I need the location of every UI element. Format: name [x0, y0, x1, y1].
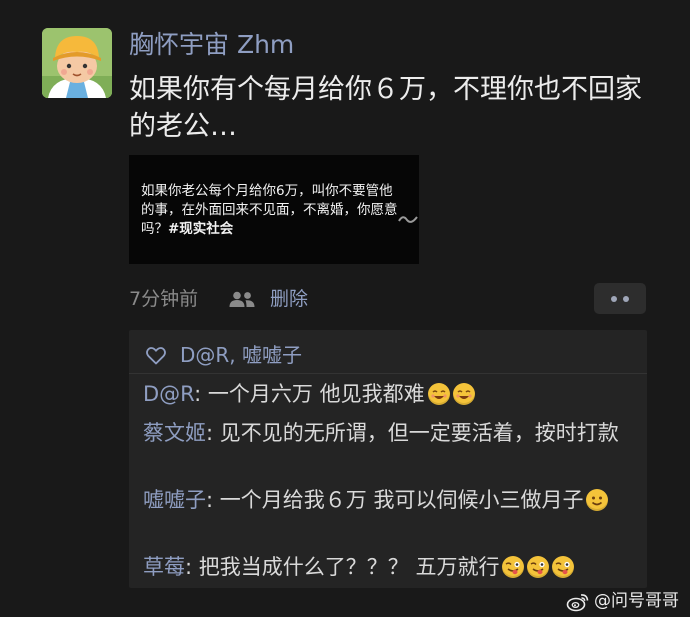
post-image-hashtag: #现实社会 [168, 221, 234, 237]
comment-separator: : [185, 555, 199, 579]
wink-tongue-face-icon [502, 556, 525, 578]
comment-separator: : [194, 382, 208, 406]
comment-text: 见不见的无所谓，但一定要活着，按时打款 [219, 421, 619, 445]
smile-face-icon [586, 489, 609, 511]
divider [129, 373, 647, 374]
comment-text: 一个月给我６万 我可以伺候小三做月子 [219, 488, 584, 512]
likes-names[interactable]: D@R, 嘘嘘子 [180, 338, 302, 372]
more-actions-button[interactable] [594, 283, 646, 314]
comment-separator: : [206, 421, 220, 445]
grin-face-icon [452, 383, 475, 405]
wink-tongue-face-icon [552, 556, 575, 578]
comment-text: 一个月六万 他见我都难 [207, 382, 425, 406]
delete-button[interactable]: 删除 [270, 284, 308, 314]
comment-author[interactable]: 嘘嘘子 [143, 488, 206, 512]
weibo-logo-icon [566, 594, 589, 612]
squiggle-icon [397, 212, 419, 229]
post-image[interactable]: 如果你老公每个月给你6万，叫你不要管他的事，在外面回来不见面，不离婚，你愿意吗？… [129, 155, 419, 264]
comment-text: 把我当成什么了？？？ 五万就行 [198, 555, 500, 579]
cartoon-avatar-icon [42, 28, 112, 98]
post-author-name[interactable]: 胸怀宇宙 Zhm [129, 28, 294, 62]
dot-icon [611, 296, 617, 302]
post-image-caption: 如果你老公每个月给你6万，叫你不要管他的事，在外面回来不见面，不离婚，你愿意吗？… [141, 182, 403, 239]
comment-item[interactable]: 草莓: 把我当成什么了？？？ 五万就行 [143, 552, 643, 583]
visibility-people-icon [229, 291, 255, 307]
comment-author[interactable]: 草莓 [143, 555, 185, 579]
wink-tongue-face-icon [527, 556, 550, 578]
comment-item[interactable]: 嘘嘘子: 一个月给我６万 我可以伺候小三做月子 [143, 485, 643, 516]
comment-author[interactable]: D@R [143, 382, 194, 406]
dot-icon [623, 296, 629, 302]
post-time: 7分钟前 [129, 288, 199, 310]
avatar[interactable] [42, 28, 112, 98]
watermark-text: @问号哥哥 [594, 591, 679, 611]
post-text: 如果你有个每月给你６万，不理你也不回家的老公… [129, 74, 642, 142]
comment-author[interactable]: 蔡文姬 [143, 421, 206, 445]
comment-item[interactable]: 蔡文姬: 见不见的无所谓，但一定要活着，按时打款 [143, 418, 643, 449]
heart-icon [146, 347, 166, 365]
comment-panel: D@R, 嘘嘘子 D@R: 一个月六万 他见我都难 蔡文姬: 见不见的无所谓，但… [129, 330, 647, 588]
comment-item[interactable]: D@R: 一个月六万 他见我都难 [143, 379, 643, 410]
grin-face-icon [427, 383, 450, 405]
comment-separator: : [206, 488, 220, 512]
